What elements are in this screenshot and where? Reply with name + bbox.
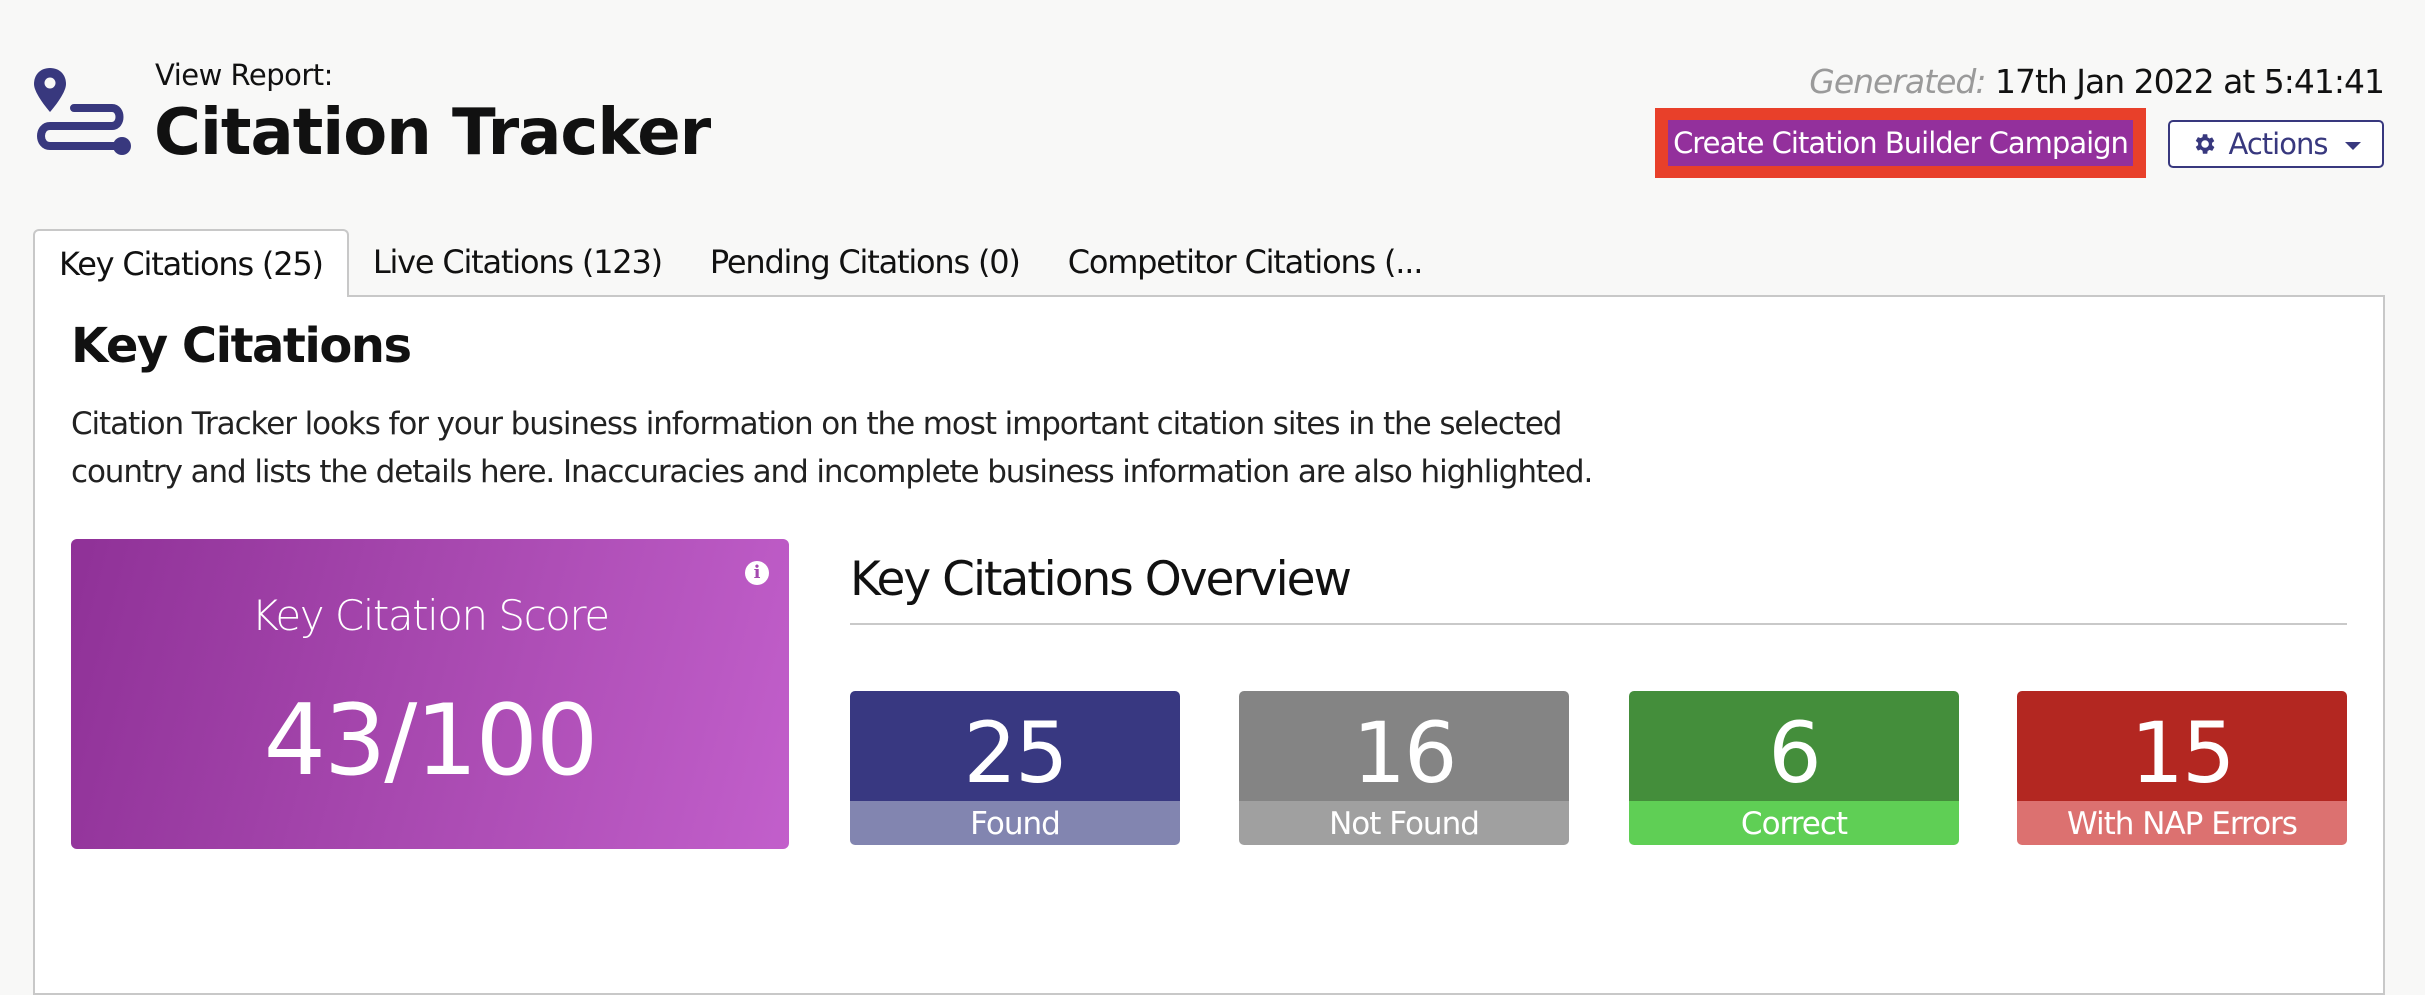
- generated-timestamp: Generated: 17th Jan 2022 at 5:41:41: [1809, 62, 2385, 101]
- actions-dropdown-button[interactable]: Actions: [2168, 120, 2384, 168]
- stat-label: Found: [850, 801, 1180, 845]
- stat-not-found: 16 Not Found: [1239, 691, 1569, 845]
- section-description: Citation Tracker looks for your business…: [71, 406, 1593, 490]
- overview-title: Key Citations Overview: [850, 552, 1352, 607]
- score-value: 43/100: [263, 684, 599, 798]
- page-title: Citation Tracker: [154, 96, 711, 170]
- section-heading: Key Citations: [71, 318, 412, 374]
- overview-divider: [850, 623, 2347, 625]
- stat-value: 25: [850, 691, 1180, 802]
- generated-label: Generated:: [1809, 62, 1986, 101]
- stat-found: 25 Found: [850, 691, 1180, 845]
- key-citation-score-card: i Key Citation Score 43/100: [71, 539, 789, 849]
- stat-nap-errors: 15 With NAP Errors: [2017, 691, 2347, 845]
- tab-live-citations[interactable]: Live Citations (123): [349, 229, 686, 295]
- tab-key-citations[interactable]: Key Citations (25): [33, 229, 349, 297]
- stat-label: Correct: [1629, 801, 1959, 845]
- pre-title: View Report:: [155, 58, 333, 92]
- stat-value: 16: [1239, 691, 1569, 802]
- tab-pending-citations[interactable]: Pending Citations (0): [686, 229, 1044, 295]
- generated-value: 17th Jan 2022 at 5:41:41: [1994, 62, 2385, 101]
- caret-down-icon: [2345, 142, 2362, 150]
- score-label: Key Citation Score: [251, 591, 610, 640]
- tab-competitor-citations[interactable]: Competitor Citations (...: [1044, 229, 1447, 295]
- create-citation-builder-campaign-button[interactable]: Create Citation Builder Campaign: [1668, 120, 2133, 166]
- info-icon[interactable]: i: [745, 561, 769, 585]
- stat-correct: 6 Correct: [1629, 691, 1959, 845]
- citation-tracker-logo-icon: [34, 68, 131, 155]
- stat-label: Not Found: [1239, 801, 1569, 845]
- stat-value: 15: [2017, 691, 2347, 802]
- stat-label: With NAP Errors: [2017, 801, 2347, 845]
- actions-label: Actions: [2228, 127, 2329, 161]
- stat-value: 6: [1629, 691, 1959, 802]
- gear-icon: [2195, 134, 2214, 154]
- tab-bar: Key Citations (25) Live Citations (123) …: [33, 229, 1447, 297]
